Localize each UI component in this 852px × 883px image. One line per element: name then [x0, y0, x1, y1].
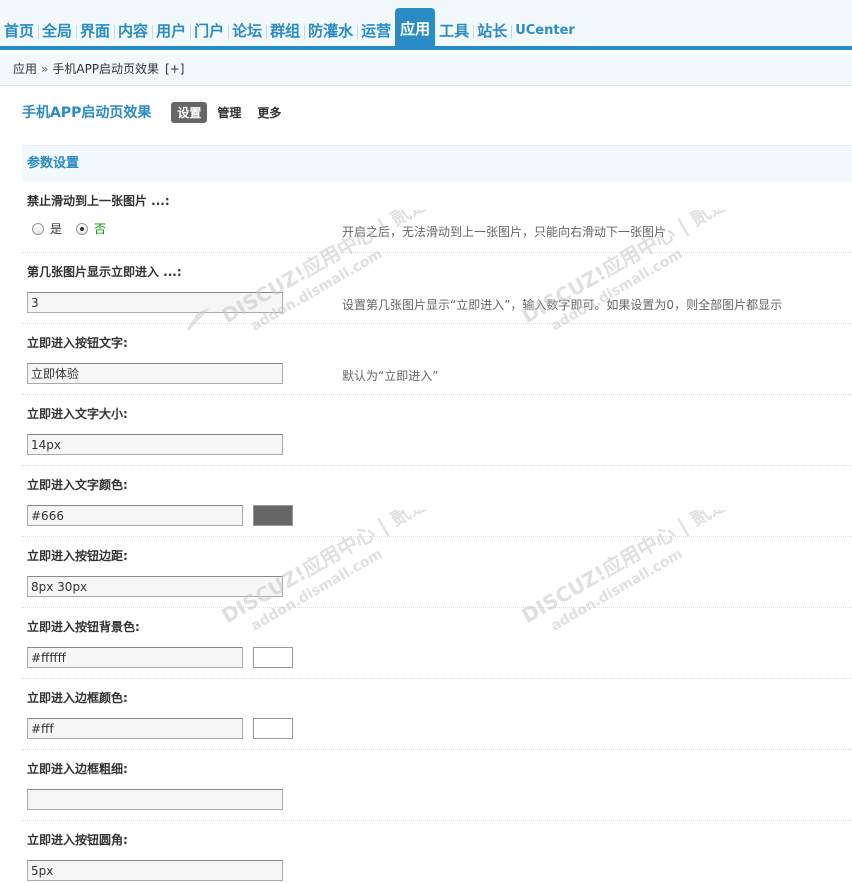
- bg-color-swatch[interactable]: [253, 647, 293, 668]
- radio-label: 是: [50, 222, 63, 236]
- button-padding-input[interactable]: [27, 576, 283, 597]
- tab-users[interactable]: 用户: [152, 16, 190, 46]
- button-text-input[interactable]: [27, 363, 283, 384]
- setting-enter-button-radius: 立即进入按钮圆角:: [22, 821, 852, 883]
- add-shortcut-button[interactable]: [+]: [165, 62, 184, 76]
- setting-enter-border-width: 立即进入边框粗细:: [22, 750, 852, 821]
- subtab-more[interactable]: 更多: [251, 102, 287, 123]
- setting-enter-text-color: 立即进入文字颜色:: [22, 466, 852, 537]
- tab-antispam[interactable]: 防灌水: [304, 16, 357, 46]
- tab-groups[interactable]: 群组: [266, 16, 304, 46]
- tab-tools[interactable]: 工具: [435, 16, 473, 46]
- image-index-input[interactable]: [27, 292, 283, 313]
- radio-label: 否: [94, 222, 107, 236]
- setting-label: 禁止滑动到上一张图片 ...:: [27, 194, 170, 208]
- setting-enter-border-color: 立即进入边框颜色:: [22, 679, 852, 750]
- top-nav-tabs: 首页 全局 界面 内容 用户 门户 论坛 群组 防灌水 运营 应用 工具 站长 …: [0, 8, 579, 46]
- setting-enter-button-image-index: 第几张图片显示立即进入 ...: 设置第几张图片显示“立即进入”，输入数字即可。…: [22, 253, 852, 324]
- tab-global[interactable]: 全局: [38, 16, 76, 46]
- setting-enter-button-padding: 立即进入按钮边距:: [22, 537, 852, 608]
- breadcrumb-root-link[interactable]: 应用: [13, 62, 37, 76]
- setting-label: 立即进入按钮圆角:: [27, 833, 128, 847]
- button-radius-input[interactable]: [27, 860, 283, 881]
- radio-no[interactable]: 否: [76, 220, 106, 237]
- subtab-settings[interactable]: 设置: [171, 101, 208, 123]
- page-header: 手机APP启动页效果 设置 管理 更多: [22, 101, 291, 123]
- radio-group: 是 否: [32, 220, 120, 237]
- page-title: 手机APP启动页效果: [22, 105, 152, 121]
- setting-enter-font-size: 立即进入文字大小:: [22, 395, 852, 466]
- setting-enter-button-bg-color: 立即进入按钮背景色:: [22, 608, 852, 679]
- setting-label: 立即进入边框粗细:: [27, 762, 128, 776]
- border-width-input[interactable]: [27, 789, 283, 810]
- section-header: 参数设置: [22, 145, 852, 182]
- text-color-swatch[interactable]: [253, 505, 293, 526]
- top-navigation: 首页 全局 界面 内容 用户 门户 论坛 群组 防灌水 运营 应用 工具 站长 …: [0, 0, 852, 50]
- setting-comment: 开启之后，无法滑动到上一张图片，只能向右滑动下一张图片: [342, 225, 667, 239]
- border-color-swatch[interactable]: [253, 718, 293, 739]
- setting-label: 立即进入边框颜色:: [27, 691, 128, 705]
- font-size-input[interactable]: [27, 434, 283, 455]
- tab-portal[interactable]: 门户: [190, 16, 228, 46]
- border-color-input[interactable]: [27, 718, 243, 739]
- radio-button-icon[interactable]: [76, 222, 89, 235]
- setting-label: 立即进入按钮边距:: [27, 549, 128, 563]
- tab-admin[interactable]: 站长: [473, 16, 511, 46]
- tab-home[interactable]: 首页: [0, 16, 38, 46]
- setting-label: 立即进入按钮文字:: [27, 336, 128, 350]
- setting-enter-button-text: 立即进入按钮文字: 默认为“立即进入”: [22, 324, 852, 395]
- tab-content[interactable]: 内容: [114, 16, 152, 46]
- bg-color-input[interactable]: [27, 647, 243, 668]
- setting-label: 第几张图片显示立即进入 ...:: [27, 265, 182, 279]
- breadcrumb-current: 手机APP启动页效果: [52, 62, 160, 76]
- setting-comment: 默认为“立即进入”: [342, 369, 439, 383]
- text-color-input[interactable]: [27, 505, 243, 526]
- setting-label: 立即进入按钮背景色:: [27, 620, 140, 634]
- setting-disable-swipe-back: 禁止滑动到上一张图片 ...: 是 否 开启之后，无法滑动到上一张图片，只能向右…: [22, 182, 852, 253]
- breadcrumb: 应用 » 手机APP启动页效果 [+]: [0, 54, 852, 86]
- tab-forum[interactable]: 论坛: [228, 16, 266, 46]
- settings-form: 禁止滑动到上一张图片 ...: 是 否 开启之后，无法滑动到上一张图片，只能向右…: [22, 182, 852, 883]
- setting-label: 立即进入文字颜色:: [27, 478, 128, 492]
- tab-apps[interactable]: 应用: [395, 8, 436, 46]
- breadcrumb-separator: »: [41, 62, 49, 76]
- setting-comment: 设置第几张图片显示“立即进入”，输入数字即可。如果设置为0，则全部图片都显示: [342, 298, 783, 312]
- radio-button-icon[interactable]: [32, 222, 44, 235]
- setting-label: 立即进入文字大小:: [27, 407, 128, 421]
- tab-operations[interactable]: 运营: [357, 16, 395, 46]
- tab-style[interactable]: 界面: [76, 16, 114, 46]
- subtab-manage[interactable]: 管理: [211, 102, 247, 123]
- radio-yes[interactable]: 是: [32, 220, 62, 237]
- tab-ucenter[interactable]: UCenter: [511, 16, 579, 46]
